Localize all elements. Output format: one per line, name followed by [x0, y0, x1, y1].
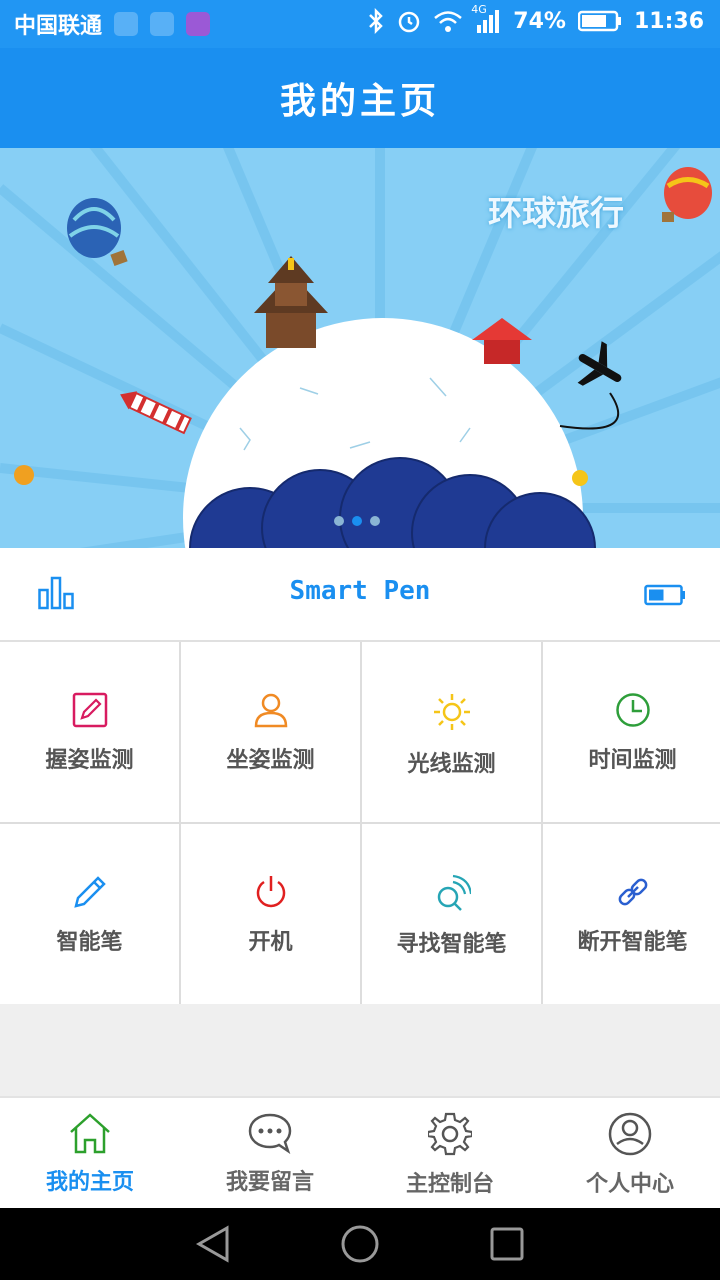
carousel-dot-active[interactable]: [352, 516, 362, 526]
feature-time-monitor[interactable]: 时间监测: [543, 642, 720, 822]
feature-power-on[interactable]: 开机: [181, 824, 360, 1004]
status-left: 中国联通: [14, 8, 211, 40]
tab-label: 主控制台: [405, 1172, 494, 1197]
recents-icon[interactable]: [489, 1226, 525, 1262]
tab-home[interactable]: 我的主页: [0, 1098, 180, 1210]
cellular-signal: 4G: [471, 3, 501, 33]
sun-icon: [433, 694, 470, 730]
power-icon: [256, 876, 285, 908]
feature-label: 智能笔: [56, 930, 123, 955]
gallery-notification-icon: [186, 12, 211, 36]
back-icon[interactable]: [195, 1224, 231, 1264]
banner-carousel[interactable]: 环球旅行: [0, 148, 720, 548]
feature-label: 寻找智能笔: [396, 932, 507, 957]
carousel-dot[interactable]: [370, 516, 380, 526]
app-notification-icon: [150, 12, 175, 36]
chat-bubble-icon: [248, 1113, 292, 1154]
feature-find-pen[interactable]: 寻找智能笔: [362, 824, 541, 1004]
tab-label: 个人中心: [585, 1172, 674, 1197]
feature-posture-monitor[interactable]: 坐姿监测: [181, 642, 360, 822]
banner-caption: 环球旅行: [488, 194, 624, 234]
tab-profile[interactable]: 个人中心: [540, 1098, 720, 1210]
feature-label: 坐姿监测: [226, 748, 315, 773]
feature-light-monitor[interactable]: 光线监测: [362, 642, 541, 822]
bluetooth-icon: [369, 8, 384, 34]
carousel-indicator[interactable]: [334, 516, 380, 526]
wifi-icon: [434, 11, 463, 32]
gear-icon: [428, 1112, 472, 1156]
feature-disconnect-pen[interactable]: 断开智能笔: [543, 824, 720, 1004]
feature-smart-pen[interactable]: 智能笔: [0, 824, 179, 1004]
battery-status-icon: [577, 10, 621, 32]
carousel-dot[interactable]: [334, 516, 344, 526]
clock-icon: [615, 693, 650, 727]
device-bar: Smart Pen: [0, 548, 720, 642]
link-icon: [618, 878, 647, 906]
feature-label: 光线监测: [407, 752, 496, 777]
tab-messages[interactable]: 我要留言: [180, 1098, 360, 1210]
clock-time: 11:36: [633, 8, 704, 34]
alarm-icon: [399, 11, 420, 33]
search-signal-icon: [437, 874, 471, 911]
qq-notification-icon: [114, 12, 139, 36]
home-icon: [70, 1113, 110, 1154]
carrier-label: 中国联通: [14, 14, 103, 39]
home-circle-icon[interactable]: [340, 1224, 380, 1264]
tab-console[interactable]: 主控制台: [360, 1098, 540, 1210]
user-circle-icon: [608, 1112, 652, 1156]
page-title: 我的主页: [279, 81, 440, 122]
app-header: 我的主页: [0, 48, 720, 148]
battery-icon: [644, 584, 685, 606]
person-icon: [254, 693, 287, 728]
feature-label: 开机: [248, 930, 293, 955]
battery-percent: 74%: [513, 8, 566, 34]
feature-grip-monitor[interactable]: 握姿监测: [0, 642, 179, 822]
feature-label: 握姿监测: [45, 748, 134, 773]
tab-label: 我要留言: [225, 1170, 314, 1195]
bottom-tab-bar: 我的主页 我要留言 主控制台 个人中心: [0, 1096, 720, 1210]
feature-grid: 握姿监测 坐姿监测 光线监测 时间监测 智能笔 开机 寻找智能笔 断开智能笔: [0, 642, 720, 1004]
tab-label: 我的主页: [45, 1170, 134, 1195]
feature-label: 时间监测: [588, 748, 677, 773]
network-type: 4G: [471, 3, 487, 16]
system-nav-bar: [0, 1208, 720, 1280]
feature-label: 断开智能笔: [577, 930, 688, 955]
status-right: 4G 74% 11:36: [367, 3, 704, 34]
empty-area: [0, 1004, 720, 1096]
status-bar: 中国联通 4G 74% 11:36: [0, 0, 720, 48]
device-name: Smart Pen: [289, 576, 431, 606]
pencil-icon: [73, 876, 106, 908]
edit-square-icon: [72, 692, 107, 728]
